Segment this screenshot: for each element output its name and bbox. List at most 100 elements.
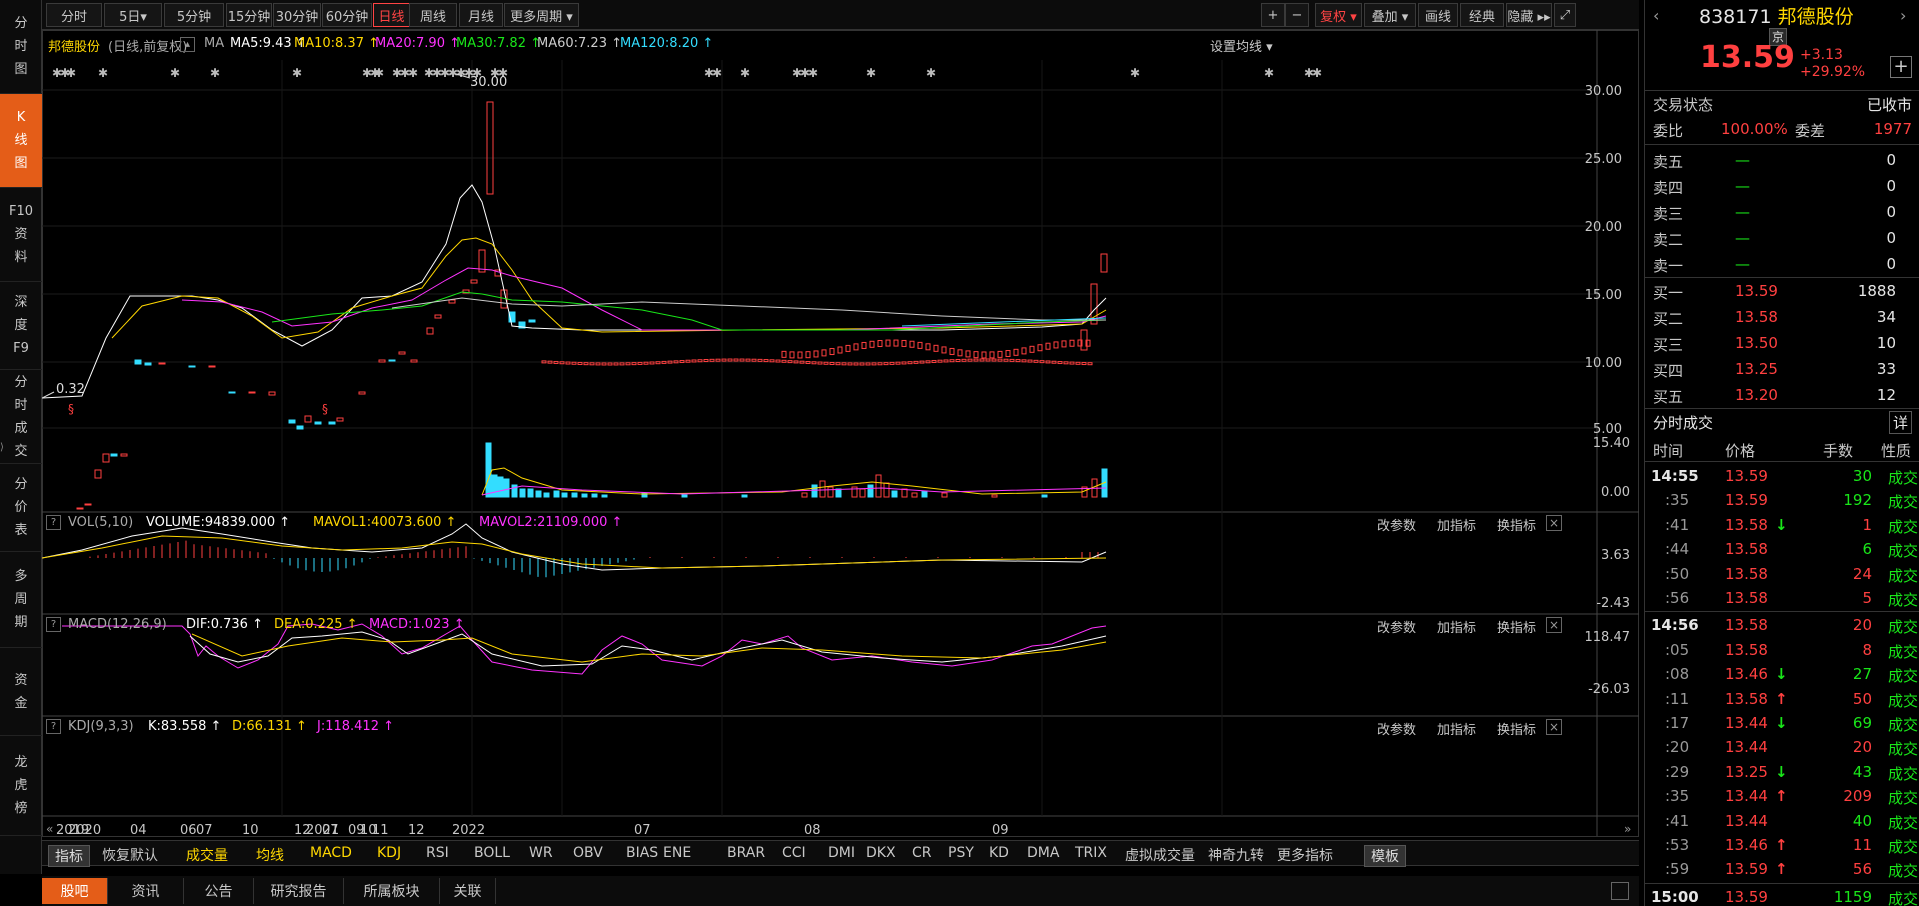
indicator-10[interactable]: BIAS: [626, 845, 658, 861]
bottom-tab-4[interactable]: 所属板块: [344, 878, 440, 904]
back-arrow-icon[interactable]: ‹: [1653, 6, 1659, 25]
toolbar-right-0[interactable]: +: [1261, 3, 1285, 27]
vol-help-box[interactable]: ?: [46, 515, 61, 530]
trade-time: :35: [1665, 787, 1690, 806]
trade-price: 13.58: [1725, 689, 1768, 708]
indicator-7[interactable]: BOLL: [474, 845, 510, 861]
candle: [925, 343, 931, 351]
indicator-5[interactable]: KDJ: [377, 845, 401, 861]
candle: [1045, 342, 1051, 350]
indicator-19[interactable]: DMA: [1027, 845, 1059, 861]
period-3[interactable]: 15分钟: [226, 3, 272, 27]
vol-add-indicator[interactable]: 加指标: [1437, 515, 1476, 534]
trades-detail-button[interactable]: 详: [1888, 411, 1912, 434]
asks-row: 卖五 — 0: [1645, 148, 1919, 174]
indicator-20[interactable]: TRIX: [1075, 845, 1107, 861]
bottom-tab-3[interactable]: 研究报告: [254, 878, 344, 904]
arrow-up-icon: ↑: [1775, 787, 1788, 806]
toolbar-right-4[interactable]: 画线: [1418, 3, 1458, 27]
indicator-4[interactable]: MACD: [310, 845, 352, 861]
period-4[interactable]: 30分钟: [273, 3, 321, 27]
period-1[interactable]: 5日▾: [104, 3, 162, 27]
period-9[interactable]: 更多周期 ▾: [504, 3, 579, 27]
vol-header: ? VOL(5,10) VOLUME:94839.000 ↑ MAVOL1:40…: [42, 513, 1639, 534]
indicator-15[interactable]: DKX: [866, 845, 896, 861]
vol-switch-indicator[interactable]: 换指标: [1497, 515, 1536, 534]
indicator-6[interactable]: RSI: [426, 845, 449, 861]
indicator-8[interactable]: WR: [529, 845, 553, 861]
indicator-1[interactable]: 恢复默认: [102, 845, 158, 865]
macd-close-icon[interactable]: ×: [1546, 617, 1562, 633]
trade-time: 14:55: [1651, 467, 1699, 485]
toolbar-right-5[interactable]: 经典: [1460, 3, 1504, 27]
indicator-9[interactable]: OBV: [573, 845, 603, 861]
candle: [1053, 341, 1059, 349]
ma-settings-box[interactable]: ▴: [180, 36, 195, 52]
bottom-tab-0[interactable]: 股吧: [42, 878, 108, 904]
candle: [358, 391, 366, 395]
arrow-down-icon: ↓: [1775, 515, 1788, 534]
toolbar-right-6[interactable]: 隐藏 ▸▸: [1506, 3, 1552, 27]
kdj-change-params[interactable]: 改参数: [1377, 719, 1416, 738]
period-2[interactable]: 5分钟: [164, 3, 224, 27]
ma-setting-button[interactable]: 设置均线 ▾: [1210, 36, 1273, 55]
period-5[interactable]: 60分钟: [322, 3, 372, 27]
nav-item-7[interactable]: 资金: [0, 648, 42, 736]
indicator-11[interactable]: ENE: [663, 845, 691, 861]
collapse-arrow-icon[interactable]: ⟩: [0, 442, 10, 453]
candle: [733, 358, 739, 362]
add-watchlist-button[interactable]: +: [1890, 56, 1912, 78]
indicator-2[interactable]: 成交量: [186, 845, 228, 865]
nav-item-5[interactable]: 分价表: [0, 464, 42, 552]
indicator-21[interactable]: 虚拟成交量: [1125, 845, 1195, 865]
macd-help-box[interactable]: ?: [46, 617, 61, 632]
kdj-add-indicator[interactable]: 加指标: [1437, 719, 1476, 738]
bottom-tab-5[interactable]: 关联: [440, 878, 496, 904]
indicator-23[interactable]: 更多指标: [1277, 845, 1333, 865]
indicator-17[interactable]: PSY: [948, 845, 974, 861]
nav-item-8[interactable]: 龙虎榜: [0, 736, 42, 836]
trades-header: 时间 价格 手数 性质: [1645, 437, 1919, 461]
macd-add-indicator[interactable]: 加指标: [1437, 617, 1476, 636]
kdj-close-icon[interactable]: ×: [1546, 719, 1562, 735]
nav-item-3[interactable]: 深度 F9: [0, 282, 42, 370]
candle: [102, 453, 110, 463]
candle: [739, 358, 745, 362]
macd-change-params[interactable]: 改参数: [1377, 617, 1416, 636]
nav-item-6[interactable]: 多周期: [0, 552, 42, 648]
indicator-14[interactable]: DMI: [828, 845, 855, 861]
vol-change-params[interactable]: 改参数: [1377, 515, 1416, 534]
kdj-switch-indicator[interactable]: 换指标: [1497, 719, 1536, 738]
indicator-13[interactable]: CCI: [782, 845, 806, 861]
period-0[interactable]: 分时: [46, 3, 102, 27]
bottom-tab-2[interactable]: 公告: [184, 878, 254, 904]
period-6[interactable]: 日线: [373, 3, 410, 27]
period-8[interactable]: 月线: [459, 3, 503, 27]
indicator-18[interactable]: KD: [989, 845, 1009, 861]
toolbar-right-2[interactable]: 复权 ▾: [1315, 3, 1362, 27]
indicator-24[interactable]: 模板: [1364, 845, 1406, 867]
indicator-22[interactable]: 神奇九转: [1208, 845, 1264, 865]
indicator-16[interactable]: CR: [912, 845, 932, 861]
toolbar-right-3[interactable]: 叠加 ▾: [1364, 3, 1416, 27]
toolbar-right-1[interactable]: −: [1285, 3, 1309, 27]
macd-switch-indicator[interactable]: 换指标: [1497, 617, 1536, 636]
nav-item-0[interactable]: 分时图: [0, 0, 42, 94]
vol-close-icon[interactable]: ×: [1546, 515, 1562, 531]
period-7[interactable]: 周线: [409, 3, 457, 27]
nav-item-char: 深: [14, 295, 28, 310]
nav-item-char: 分: [14, 16, 28, 31]
candle: [1037, 344, 1043, 352]
toolbar-right-7[interactable]: ⤢: [1554, 3, 1576, 27]
nav-item-2[interactable]: F10 资料: [0, 188, 42, 282]
bottom-tab-1[interactable]: 资讯: [108, 878, 184, 904]
indicator-3[interactable]: 均线: [256, 845, 284, 865]
forward-arrow-icon[interactable]: ›: [1900, 6, 1906, 25]
indicator-12[interactable]: BRAR: [727, 845, 765, 861]
indicator-0[interactable]: 指标: [48, 845, 90, 867]
expand-icon[interactable]: [1611, 882, 1629, 900]
nav-item-char: K: [16, 110, 26, 125]
kdj-help-box[interactable]: ?: [46, 719, 61, 734]
macd-dif: DIF:0.736 ↑: [186, 617, 263, 632]
nav-item-1[interactable]: K线图: [0, 94, 42, 188]
